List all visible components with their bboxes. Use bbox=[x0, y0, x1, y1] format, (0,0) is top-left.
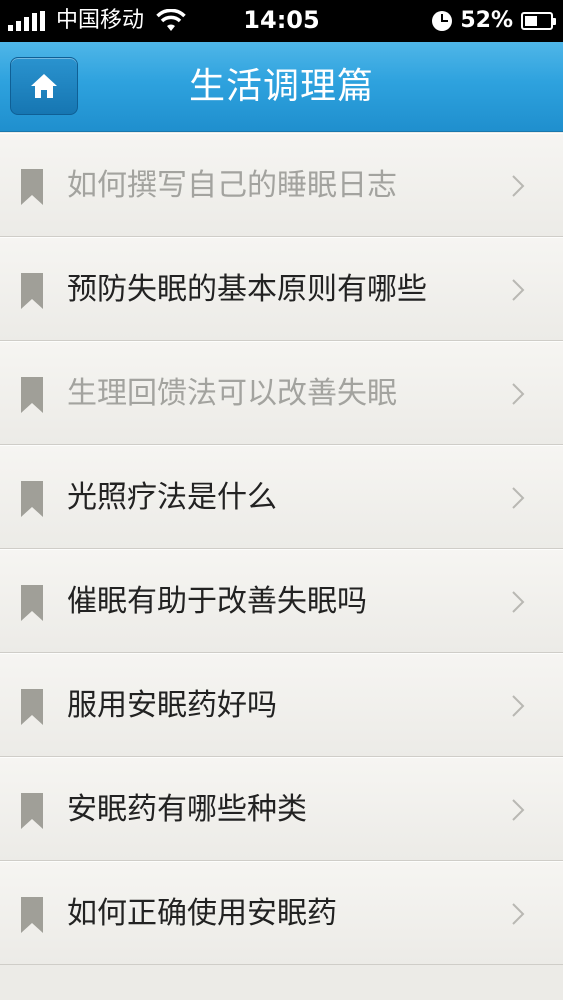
battery-level-fill bbox=[525, 16, 538, 26]
alarm-clock-icon bbox=[432, 11, 453, 31]
chevron-right-icon bbox=[512, 487, 525, 509]
list-item[interactable]: 生理回馈法可以改善失眠 bbox=[0, 341, 563, 445]
bookmark-icon bbox=[21, 481, 43, 517]
list-item-label: 预防失眠的基本原则有哪些 bbox=[67, 272, 427, 307]
list-item[interactable]: 服用安眠药好吗 bbox=[0, 653, 563, 757]
bookmark-icon bbox=[21, 793, 43, 829]
article-list: 如何撰写自己的睡眠日志 预防失眠的基本原则有哪些 生理回馈法可以改善失眠 光照疗法是什… bbox=[0, 133, 563, 965]
status-right: 52% bbox=[432, 7, 556, 35]
page-title: 生活调理篇 bbox=[188, 66, 374, 107]
bookmark-icon bbox=[21, 897, 43, 933]
list-item[interactable]: 预防失眠的基本原则有哪些 bbox=[0, 237, 563, 341]
list-item-label: 如何正确使用安眠药 bbox=[67, 896, 337, 931]
chevron-right-icon bbox=[512, 903, 525, 925]
bookmark-icon bbox=[21, 273, 43, 309]
chevron-right-icon bbox=[512, 695, 525, 717]
list-item-label: 光照疗法是什么 bbox=[67, 480, 277, 515]
chevron-right-icon bbox=[512, 591, 525, 613]
list-item[interactable]: 如何撰写自己的睡眠日志 bbox=[0, 133, 563, 237]
list-item-label: 生理回馈法可以改善失眠 bbox=[67, 376, 397, 411]
bookmark-icon bbox=[21, 585, 43, 621]
list-item-label: 催眠有助于改善失眠吗 bbox=[67, 584, 367, 619]
list-item[interactable]: 光照疗法是什么 bbox=[0, 445, 563, 549]
chevron-right-icon bbox=[512, 383, 525, 405]
bookmark-icon bbox=[21, 689, 43, 725]
list-item-label: 安眠药有哪些种类 bbox=[67, 792, 307, 827]
list-item[interactable]: 安眠药有哪些种类 bbox=[0, 757, 563, 861]
chevron-right-icon bbox=[512, 799, 525, 821]
battery-icon bbox=[521, 12, 556, 30]
list-item[interactable]: 如何正确使用安眠药 bbox=[0, 861, 563, 965]
status-bar: 中国移动 14:05 52% bbox=[0, 0, 563, 42]
list-item[interactable]: 催眠有助于改善失眠吗 bbox=[0, 549, 563, 653]
navigation-bar: 生活调理篇 bbox=[0, 42, 563, 132]
bookmark-icon bbox=[21, 377, 43, 413]
chevron-right-icon bbox=[512, 279, 525, 301]
battery-percent: 52% bbox=[460, 8, 513, 33]
chevron-right-icon bbox=[512, 175, 525, 197]
list-item-label: 如何撰写自己的睡眠日志 bbox=[67, 168, 397, 203]
list-item-label: 服用安眠药好吗 bbox=[67, 688, 277, 723]
bookmark-icon bbox=[21, 169, 43, 205]
